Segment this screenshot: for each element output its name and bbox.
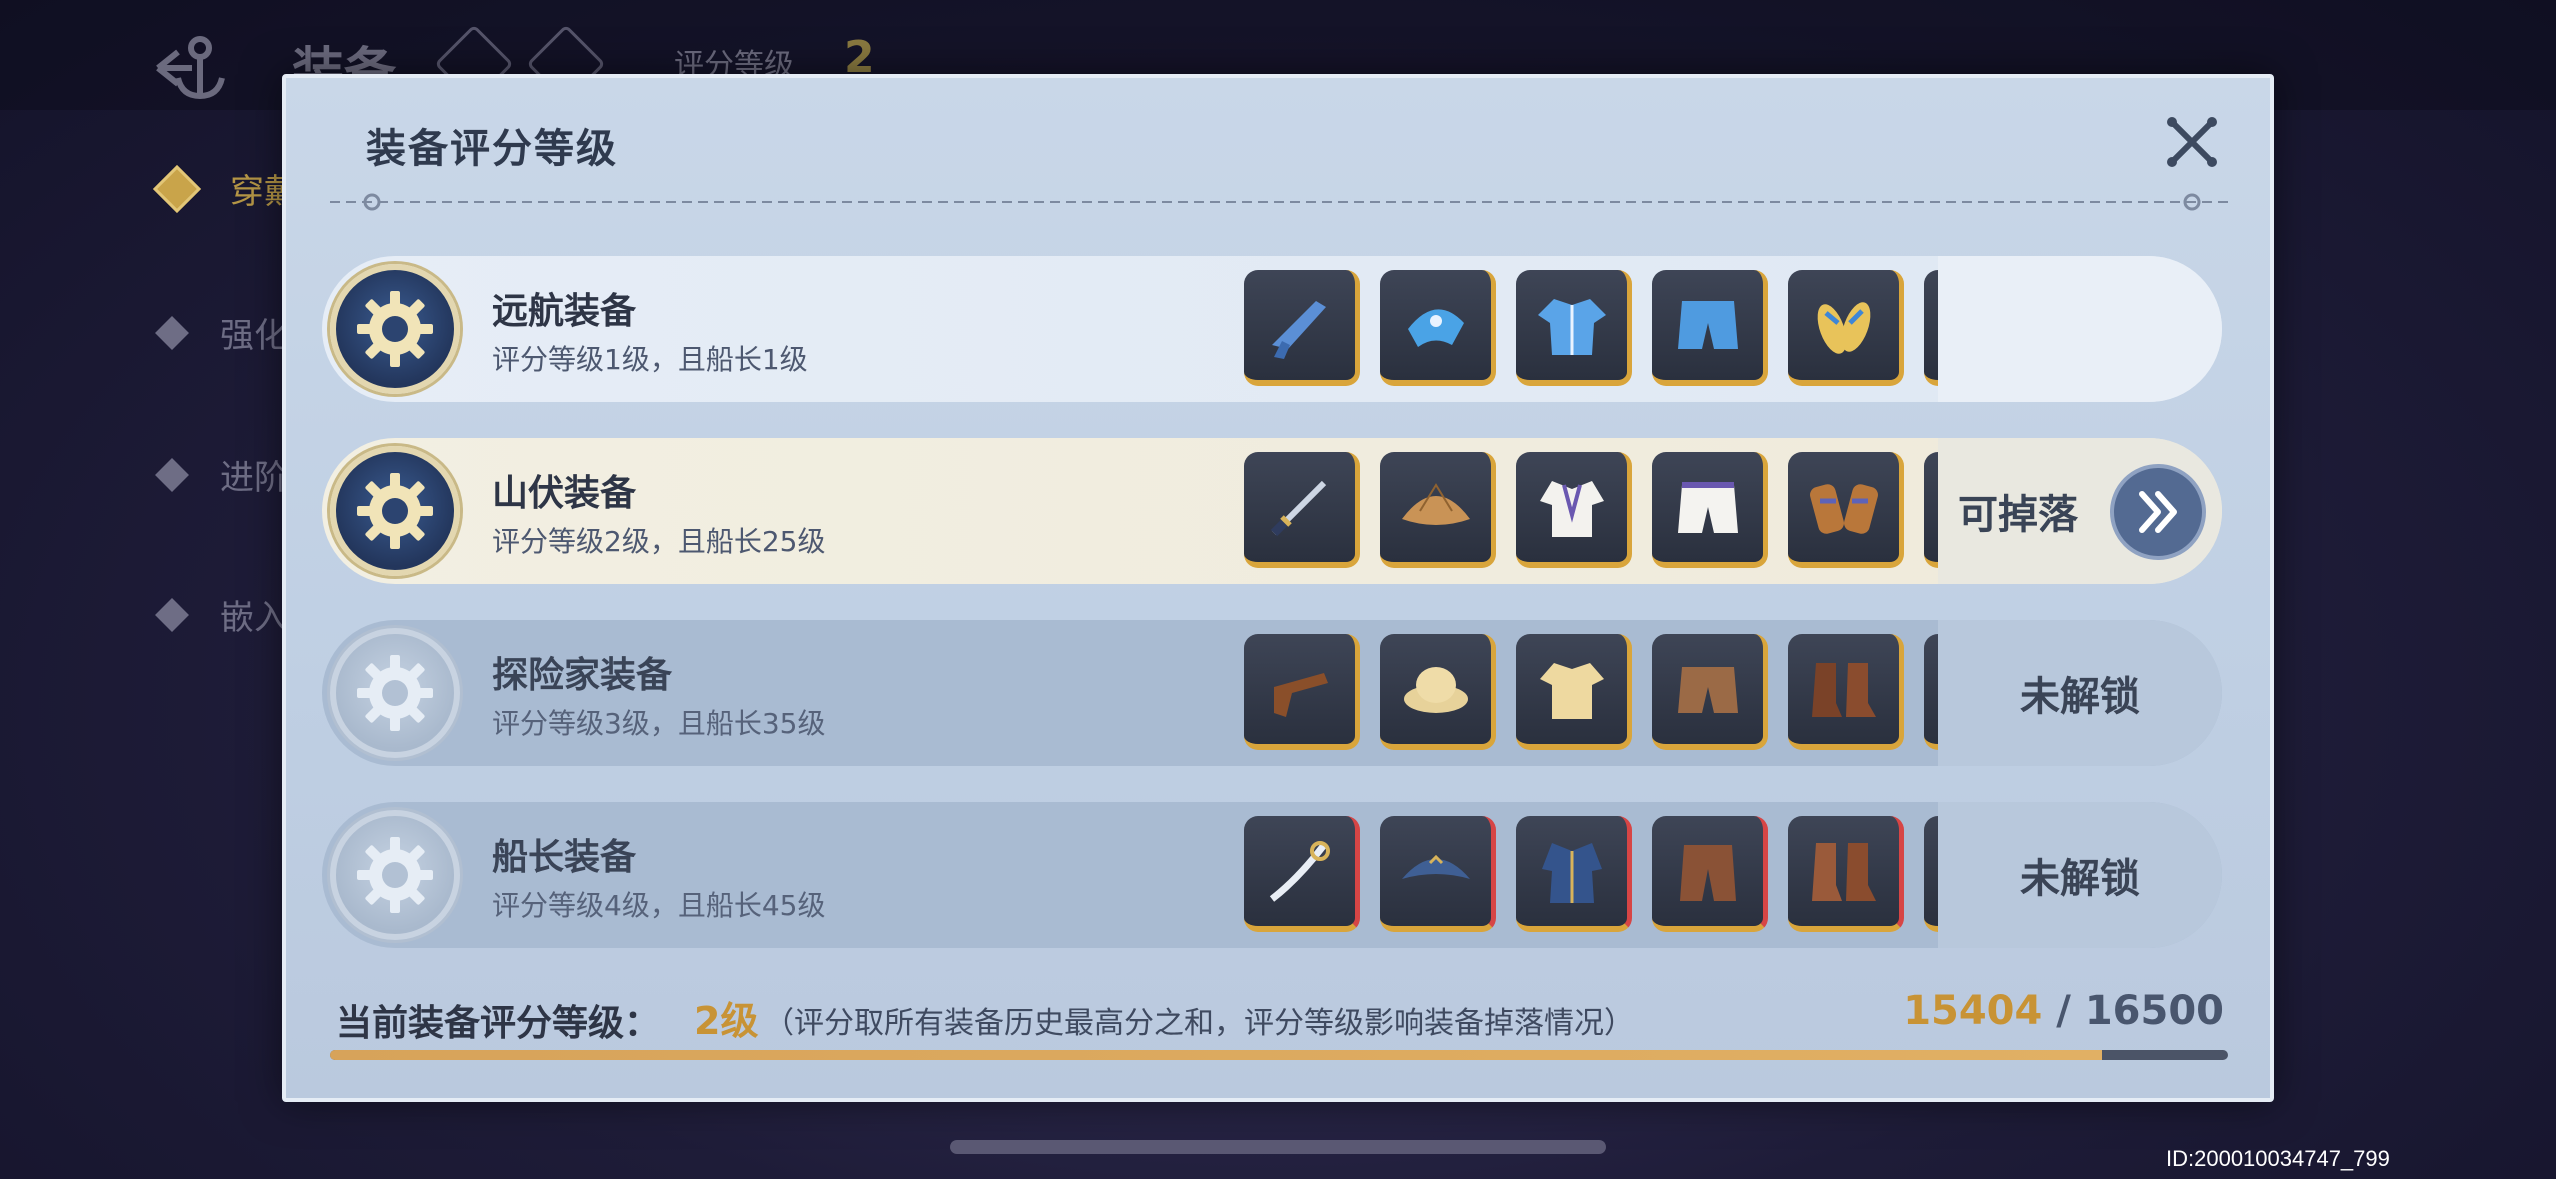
gear-medal-locked-icon xyxy=(330,810,460,940)
tricorn-hat-icon[interactable] xyxy=(1380,816,1496,932)
diamond-icon xyxy=(155,315,189,350)
menu-item-wear: 穿戴 xyxy=(152,164,298,213)
equipment-set-row: 探险家装备 评分等级3级，且船长35级 未解锁 xyxy=(322,620,2222,766)
score-level-modal: 装备评分等级 远航装备 评分等级1级，且船长1级 山伏装备 评分等级2级，且船长… xyxy=(282,74,2274,1102)
back-anchor-icon xyxy=(156,36,225,100)
home-indicator[interactable] xyxy=(950,1140,1606,1154)
khaki-shorts-icon[interactable] xyxy=(1652,634,1768,750)
locked-label: 未解锁 xyxy=(2020,856,2140,902)
equipment-set-row: 山伏装备 评分等级2级，且船长25级 可掉落 xyxy=(322,438,2222,584)
explorer-hat-icon[interactable] xyxy=(1380,634,1496,750)
title-divider xyxy=(330,193,2234,211)
row-side-panel xyxy=(1938,256,2222,402)
khaki-shirt-icon[interactable] xyxy=(1516,634,1632,750)
double-chevron-right-icon xyxy=(2139,491,2177,533)
set-requirement: 评分等级4级，且船长45级 xyxy=(492,889,826,922)
cutlass-icon[interactable] xyxy=(1244,816,1360,932)
robe-icon[interactable] xyxy=(1516,452,1632,568)
geta-icon[interactable] xyxy=(1788,452,1904,568)
score-progress-bar xyxy=(330,1050,2228,1060)
set-requirement: 评分等级3级，且船长35级 xyxy=(492,707,826,740)
diamond-icon xyxy=(155,457,189,492)
shorts-icon[interactable] xyxy=(1652,270,1768,386)
menu-item-embed: 嵌入 xyxy=(155,590,288,639)
set-requirement: 评分等级2级，且船长25级 xyxy=(492,525,826,558)
score-current: 15404 xyxy=(1903,988,2043,1034)
build-id: ID:200010034747_799 xyxy=(2166,1146,2390,1171)
flintlock-pistol-icon[interactable] xyxy=(1244,270,1360,386)
gear-medal-icon xyxy=(330,264,460,394)
pistol-icon[interactable] xyxy=(1244,634,1360,750)
straw-hat-icon[interactable] xyxy=(1380,452,1496,568)
sword-icon[interactable] xyxy=(1244,452,1360,568)
set-name: 船长装备 xyxy=(492,837,637,878)
gear-medal-icon xyxy=(330,446,460,576)
gear-medal-locked-icon xyxy=(330,628,460,758)
boots-icon[interactable] xyxy=(1788,634,1904,750)
close-icon[interactable] xyxy=(2164,114,2220,170)
score-max: 16500 xyxy=(2084,988,2224,1034)
score-progress-fill xyxy=(330,1050,2102,1060)
equipment-set-list[interactable]: 远航装备 评分等级1级，且船长1级 山伏装备 评分等级2级，且船长25级 可掉落… xyxy=(322,256,2222,984)
set-name: 远航装备 xyxy=(492,291,637,332)
equipment-set-row: 远航装备 评分等级1级，且船长1级 xyxy=(322,256,2222,402)
menu-item-advance: 进阶 xyxy=(155,450,288,499)
diamond-icon xyxy=(152,164,202,213)
captain-boots-icon[interactable] xyxy=(1788,816,1904,932)
modal-title: 装备评分等级 xyxy=(366,126,618,172)
current-level-value: 2级 xyxy=(694,999,759,1043)
go-drop-button[interactable] xyxy=(2110,464,2206,560)
menu-item-enhance: 强化 xyxy=(155,308,288,357)
shirt-icon[interactable] xyxy=(1516,270,1632,386)
pants-icon[interactable] xyxy=(1652,452,1768,568)
sandals-icon[interactable] xyxy=(1788,270,1904,386)
set-requirement: 评分等级1级，且船长1级 xyxy=(492,343,808,376)
equipment-set-row: 船长装备 评分等级4级，且船长45级 未解锁 xyxy=(322,802,2222,948)
score-separator: / xyxy=(2042,988,2085,1034)
captain-coat-icon[interactable] xyxy=(1516,816,1632,932)
level-note: （评分取所有装备历史最高分之和，评分等级影响装备掉落情况） xyxy=(764,1006,1634,1041)
set-name: 山伏装备 xyxy=(492,473,637,514)
bandana-icon[interactable] xyxy=(1380,270,1496,386)
set-name: 探险家装备 xyxy=(492,655,673,696)
captain-pants-icon[interactable] xyxy=(1652,816,1768,932)
locked-label: 未解锁 xyxy=(2020,674,2140,720)
current-level-label: 当前装备评分等级： xyxy=(336,1003,661,1044)
diamond-icon xyxy=(155,597,189,632)
score-progress-text: 15404 / 16500 xyxy=(1903,988,2224,1034)
